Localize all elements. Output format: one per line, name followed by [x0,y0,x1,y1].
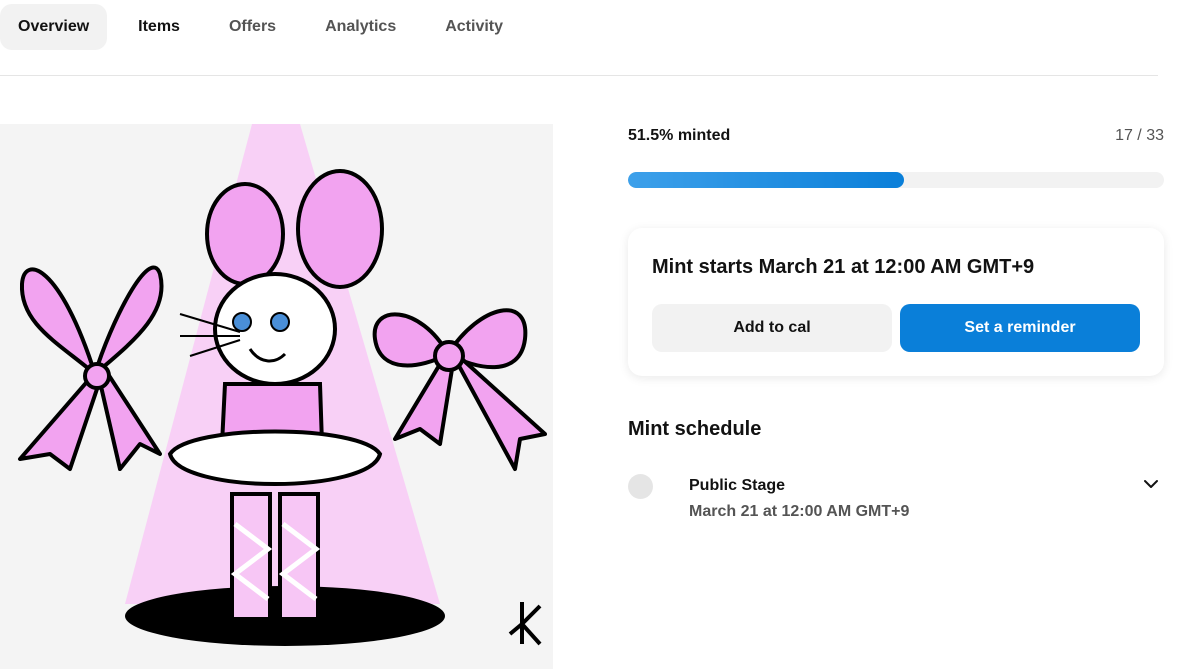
tab-analytics[interactable]: Analytics [307,4,414,50]
tab-offers[interactable]: Offers [211,4,294,50]
mint-progress-fill [628,172,905,188]
collection-artwork [0,124,553,669]
tab-overview[interactable]: Overview [0,4,108,50]
add-to-calendar-button[interactable]: Add to cal [652,304,892,352]
tab-items[interactable]: Items [120,4,198,50]
tab-bar: Overview Items Offers Analytics Activity [0,4,534,50]
chevron-down-icon[interactable] [1142,476,1160,492]
stage-date: March 21 at 12:00 AM GMT+9 [689,503,910,520]
stage-status-icon [628,474,653,499]
tabs-divider [0,75,1158,76]
mint-start-title: Mint starts March 21 at 12:00 AM GMT+9 [652,256,1035,278]
mint-progress-count: 17 / 33 [1115,127,1164,144]
mint-progress-label: 51.5% minted [628,127,731,144]
tab-activity[interactable]: Activity [427,4,521,50]
mint-schedule-heading: Mint schedule [628,418,762,440]
mint-start-card: Mint starts March 21 at 12:00 AM GMT+9 A… [628,228,1164,376]
stage-name: Public Stage [689,477,786,494]
mint-progress-bar [628,172,1164,188]
set-reminder-button[interactable]: Set a reminder [900,304,1140,352]
